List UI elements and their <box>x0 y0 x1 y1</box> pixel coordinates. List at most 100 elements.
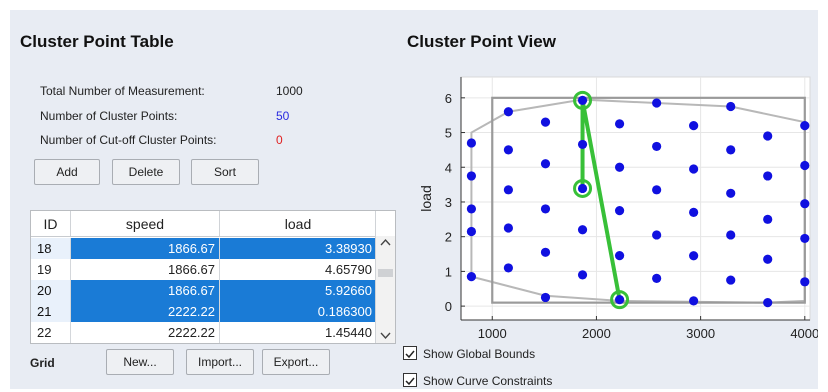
show-global-bounds-checkbox[interactable] <box>403 346 417 360</box>
cluster-point <box>689 251 699 261</box>
y-tick-label: 5 <box>445 126 452 141</box>
cluster-point <box>689 207 699 217</box>
cluster-point <box>652 141 662 152</box>
plot-area <box>460 76 811 321</box>
cluster-point <box>763 254 773 264</box>
show-curve-constraints-checkbox[interactable] <box>403 373 417 387</box>
table-panel-title: Cluster Point Table <box>20 32 174 51</box>
cell-id[interactable]: 21 <box>31 301 71 322</box>
cell-speed[interactable]: 1866.67 <box>71 238 220 259</box>
cluster-point <box>763 214 773 224</box>
y-tick-label: 4 <box>445 160 452 175</box>
cell-id[interactable]: 18 <box>31 238 71 259</box>
column-header-load[interactable]: load <box>220 211 377 236</box>
y-tick-label: 1 <box>445 264 452 279</box>
y-axis-label: load <box>418 185 434 211</box>
column-header-speed[interactable]: speed <box>71 211 220 236</box>
cluster-point <box>726 188 736 198</box>
cell-id[interactable]: 22 <box>31 322 71 343</box>
cell-speed[interactable]: 1866.67 <box>71 280 220 301</box>
cluster-point <box>614 119 625 129</box>
table-row[interactable]: 21 2222.22 0.186300 <box>31 301 377 322</box>
cluster-point <box>800 121 810 131</box>
delete-button[interactable]: Delete <box>112 159 180 185</box>
cluster-point <box>800 199 810 209</box>
cluster-points-label: Number of Cluster Points: <box>40 109 178 123</box>
table-scrollbar[interactable] <box>375 211 395 343</box>
cluster-point <box>800 233 810 244</box>
cluster-point <box>577 95 588 105</box>
cluster-point <box>652 98 662 108</box>
cluster-point <box>726 101 736 112</box>
table-row[interactable]: 19 1866.67 4.65790 <box>31 259 377 281</box>
cell-load[interactable]: 0.186300 <box>220 301 377 322</box>
add-button[interactable]: Add <box>34 159 100 185</box>
cell-speed[interactable]: 2222.22 <box>71 322 220 343</box>
checkmark-icon <box>405 377 415 386</box>
total-measurement-label: Total Number of Measurement: <box>40 84 205 98</box>
cluster-point <box>503 107 514 117</box>
grid-new-button[interactable]: New... <box>106 349 174 375</box>
sort-button[interactable]: Sort <box>191 159 259 185</box>
cluster-point <box>466 171 477 181</box>
cluster-point <box>540 117 551 127</box>
cluster-point <box>614 251 625 261</box>
cluster-point <box>726 145 736 155</box>
cluster-point <box>540 204 551 214</box>
cell-id[interactable]: 19 <box>31 259 71 280</box>
cell-speed[interactable]: 1866.67 <box>71 259 220 280</box>
cluster-point <box>503 185 514 195</box>
column-header-id[interactable]: ID <box>31 211 71 236</box>
table-row[interactable]: 20 1866.67 5.92660 <box>31 280 377 301</box>
cluster-point-chart[interactable]: 1000 2000 3000 4000 0 1 2 3 4 5 6 load <box>415 75 818 350</box>
cell-load[interactable]: 4.65790 <box>220 259 377 280</box>
view-panel-title: Cluster Point View <box>407 32 556 51</box>
y-tick-label: 3 <box>445 195 452 210</box>
cell-load[interactable]: 3.38930 <box>220 238 377 259</box>
cell-load[interactable]: 1.45440 <box>220 322 377 343</box>
cluster-point <box>800 160 810 171</box>
cluster-point <box>614 295 625 305</box>
x-tick-label: 2000 <box>582 326 611 341</box>
cluster-point <box>614 162 625 172</box>
cluster-point <box>652 273 662 283</box>
cluster-point <box>503 145 514 155</box>
cluster-point <box>577 225 588 235</box>
cluster-point <box>763 171 773 181</box>
grid-export-button[interactable]: Export... <box>262 349 330 375</box>
scroll-down-icon[interactable] <box>380 332 391 340</box>
show-curve-constraints-label: Show Curve Constraints <box>423 374 553 388</box>
cluster-point <box>503 223 514 233</box>
x-tick-label: 4000 <box>790 326 818 341</box>
x-tick-label: 1000 <box>478 326 507 341</box>
cluster-point <box>689 164 699 174</box>
main-panel: Cluster Point Table Total Number of Meas… <box>10 10 818 389</box>
cluster-point <box>689 296 699 306</box>
y-tick-label: 2 <box>445 230 452 245</box>
cutoff-points-label: Number of Cut-off Cluster Points: <box>40 133 217 147</box>
cutoff-points-value: 0 <box>276 133 283 147</box>
cluster-point <box>763 298 773 308</box>
cluster-point-table[interactable]: ID speed load 18 1866.67 3.38930 19 1866.67 4… <box>30 210 396 344</box>
cluster-point <box>652 185 662 195</box>
cell-speed[interactable]: 2222.22 <box>71 301 220 322</box>
cluster-point <box>763 131 773 141</box>
show-global-bounds-label: Show Global Bounds <box>423 347 536 361</box>
table-row[interactable]: 22 2222.22 1.45440 <box>31 322 377 343</box>
cluster-point <box>540 247 551 257</box>
grid-import-button[interactable]: Import... <box>186 349 254 375</box>
table-row[interactable]: 18 1866.67 3.38930 <box>31 238 377 259</box>
cluster-point <box>540 159 551 169</box>
checkmark-icon <box>405 350 415 359</box>
scroll-thumb[interactable] <box>378 269 393 277</box>
cluster-point <box>800 277 810 287</box>
scroll-up-icon[interactable] <box>380 238 391 246</box>
cluster-point <box>466 204 477 214</box>
cluster-point <box>726 230 736 240</box>
cell-load[interactable]: 5.92660 <box>220 280 377 301</box>
cluster-point <box>466 272 477 282</box>
cell-id[interactable]: 20 <box>31 280 71 301</box>
grid-label: Grid <box>30 356 55 370</box>
cluster-point <box>652 230 662 240</box>
y-tick-label: 6 <box>445 91 452 106</box>
